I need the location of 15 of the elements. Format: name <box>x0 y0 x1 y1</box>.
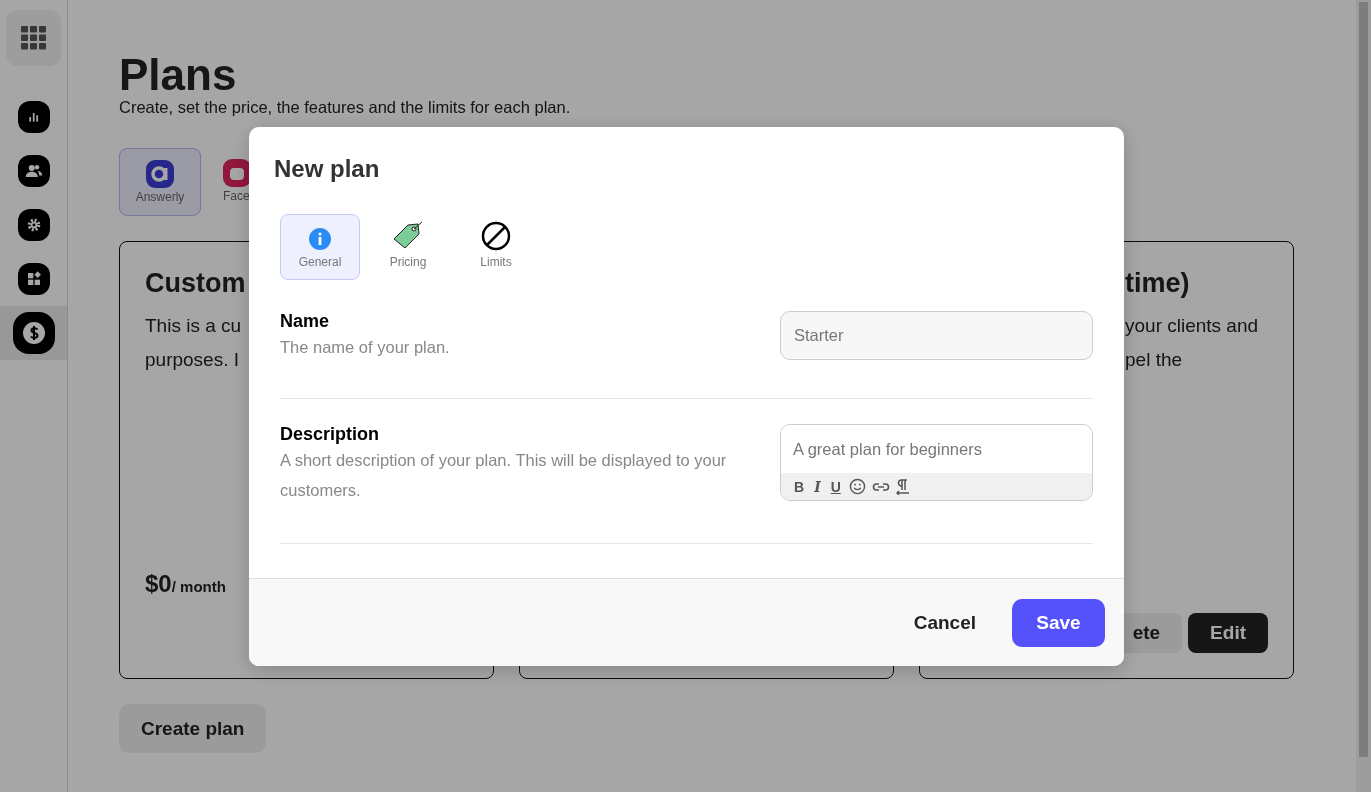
field-label: Name <box>280 311 330 332</box>
page-subtitle: Create, set the price, the features and the limits for each plan. <box>119 98 571 117</box>
plan-description: purposes. I <box>145 348 239 372</box>
price-period: / month <box>171 578 226 595</box>
page-title: Plans <box>119 50 237 100</box>
field-help-text: The name of your plan. <box>280 337 451 358</box>
field-label: Description <box>280 424 380 445</box>
plan-description: This is a cu <box>145 314 242 338</box>
dialog-title: New plan <box>274 155 380 183</box>
plan-title: time) <box>1125 268 1190 299</box>
plan-description: your clients and <box>1125 314 1259 338</box>
plan-title: Custom <box>145 268 246 299</box>
plan-description: pel the <box>1125 348 1183 372</box>
field-help-text: A short description of your plan. This will be displayed to your customers. <box>280 450 728 501</box>
plan-price: $0 <box>145 570 172 598</box>
